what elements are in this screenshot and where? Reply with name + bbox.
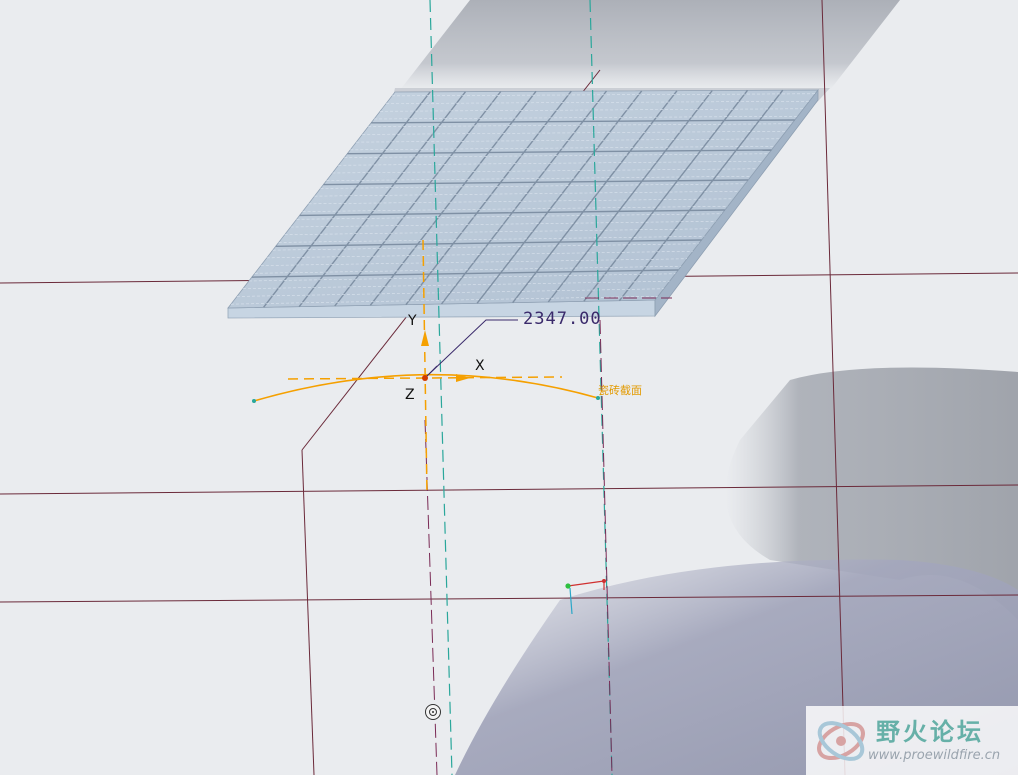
graphics-window[interactable]: 2347.00 Y X Z 瓷砖截面 (0, 0, 1018, 775)
watermark-url: www.proewildfire.cn (868, 748, 1001, 763)
spin-center-icon[interactable] (425, 704, 441, 720)
csys-y-label: Y (408, 313, 417, 329)
dimension-value[interactable]: 2347.00 (523, 309, 602, 329)
csys-z-label: Z (405, 387, 415, 403)
forum-watermark: 野火论坛 www.proewildfire.cn (806, 706, 1018, 775)
csys-x-label: X (475, 358, 485, 374)
model-scene[interactable] (0, 0, 1018, 775)
sketch-section-label: 瓷砖截面 (598, 384, 642, 397)
forum-logo-icon (817, 721, 865, 761)
watermark-title: 野火论坛 (876, 718, 984, 746)
tile-panel[interactable] (227, 88, 819, 319)
